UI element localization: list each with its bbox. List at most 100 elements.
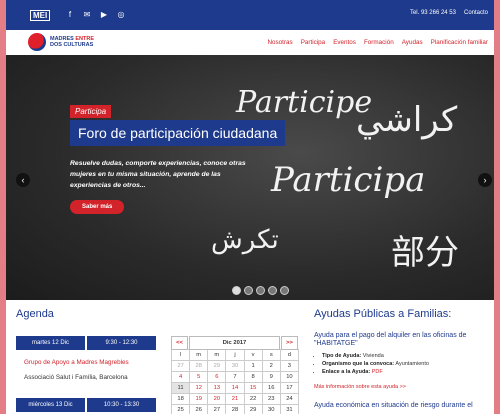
chalk-text-participa: Participa — [271, 160, 426, 200]
weekday: d — [279, 349, 300, 361]
calendar-day[interactable]: 30 — [225, 360, 245, 372]
weekday: m — [207, 349, 227, 361]
event-header[interactable]: martes 12 Dic 9:30 - 12:30 — [16, 336, 156, 350]
calendar-day[interactable]: 20 — [207, 393, 227, 405]
main-nav: Nosotras Participa Eventos Formación Ayu… — [267, 39, 488, 46]
nav-item-formacion[interactable]: Formación — [364, 39, 394, 46]
event-place: Associació Salut i Família, Barcelona — [24, 374, 128, 381]
calendar-day[interactable]: 30 — [261, 404, 281, 414]
nav-item-nosotras[interactable]: Nosotras — [267, 39, 292, 46]
calendar-day[interactable]: 28 — [189, 360, 209, 372]
ayuda-detail-value: Ayuntamiento — [395, 361, 429, 367]
weekday: j — [225, 349, 245, 361]
event-time: 9:30 - 12:30 — [85, 336, 156, 350]
calendar-day[interactable]: 25 — [170, 404, 191, 414]
calendar-day[interactable]: 7 — [225, 371, 245, 383]
nav-item-planificacion[interactable]: Planificación familiar — [431, 39, 488, 46]
calendar-day[interactable]: 17 — [279, 382, 300, 394]
ayuda-detail-label: Enlace a la Ayuda: — [322, 369, 371, 375]
weekday: s — [261, 349, 281, 361]
hero-slider: Participe كراشي Participa تكرش 部分 Partic… — [6, 55, 494, 300]
more-info-link[interactable]: Más información sobre esta ayuda >> — [314, 384, 406, 390]
calendar-day[interactable]: 6 — [207, 371, 227, 383]
slider-dots — [232, 286, 289, 295]
nav-item-participa[interactable]: Participa — [301, 39, 326, 46]
next-slide-icon[interactable]: › — [478, 173, 492, 187]
nav-item-ayudas[interactable]: Ayudas — [402, 39, 423, 46]
pdf-link[interactable]: PDF — [372, 369, 383, 375]
calendar-prev-button[interactable]: << — [171, 336, 188, 350]
calendar-day[interactable]: 29 — [243, 404, 263, 414]
whatsapp-icon[interactable]: ◎ — [117, 10, 125, 19]
saber-mas-button[interactable]: Saber más — [70, 200, 125, 214]
brand-word-entre: ENTRE — [75, 35, 95, 42]
agenda-title: Agenda — [16, 308, 54, 320]
calendar-day[interactable]: 28 — [225, 404, 245, 414]
event-date: martes 12 Dic — [31, 340, 69, 346]
slide-dot[interactable] — [232, 286, 241, 295]
calendar-day[interactable]: 3 — [279, 360, 300, 372]
calendar-day[interactable]: 9 — [261, 371, 281, 383]
slide-dot[interactable] — [244, 286, 253, 295]
calendar-day[interactable]: 14 — [225, 382, 245, 394]
ayuda-detail: Enlace a la Ayuda: PDF — [322, 368, 429, 376]
calendar-day[interactable]: 24 — [279, 393, 300, 405]
next-ayuda-title[interactable]: Ayuda económica en situación de riesgo d… — [314, 402, 473, 409]
event-header[interactable]: miércoles 13 Dic 10:30 - 13:30 — [16, 398, 156, 412]
calendar-day[interactable]: 4 — [170, 371, 191, 383]
event-date: miércoles 13 Dic — [28, 402, 73, 408]
email-icon[interactable]: ✉ — [83, 10, 91, 19]
youtube-icon[interactable]: ▶ — [100, 10, 108, 19]
calendar-day[interactable]: 27 — [207, 404, 227, 414]
small-logo[interactable]: MEI — [30, 10, 51, 21]
top-bar: MEI f ✉ ▶ ◎ Tel. 93 266 24 53 Contacto — [6, 0, 494, 30]
calendar-day[interactable]: 29 — [207, 360, 227, 372]
brand-logo[interactable]: MADRES ENTRE DOS CULTURAS — [28, 33, 94, 51]
ayuda-detail-label: Organismo que la convoca: — [322, 361, 395, 367]
ayudas-title: Ayudas Públicas a Familias: — [314, 308, 452, 320]
event-title-link[interactable]: Grupo de Apoyo a Madres Magrebles — [24, 359, 129, 366]
contact-link[interactable]: Contacto — [464, 10, 488, 16]
weekday: m — [189, 349, 209, 361]
mini-calendar: << Dic 2017 >> l m m j v s d 27 28 29 30… — [170, 336, 300, 414]
calendar-day[interactable]: 18 — [170, 393, 191, 405]
hero-text: Resuelve dudas, comporte experiencias, c… — [70, 160, 246, 189]
slide-dot[interactable] — [256, 286, 265, 295]
facebook-icon[interactable]: f — [66, 10, 74, 19]
calendar-day[interactable]: 15 — [243, 382, 263, 394]
calendar-day[interactable]: 13 — [207, 382, 227, 394]
weekday: l — [170, 349, 191, 361]
calendar-month: Dic 2017 — [189, 336, 280, 350]
chalk-text-arabic: كراشي — [356, 100, 458, 140]
calendar-day[interactable]: 11 — [170, 382, 191, 394]
slide-dot[interactable] — [268, 286, 277, 295]
calendar-header: << Dic 2017 >> — [171, 336, 299, 350]
ayuda-item-title[interactable]: Ayuda para el pago del alquiler en las o… — [314, 332, 492, 348]
calendar-day[interactable]: 1 — [243, 360, 263, 372]
chalk-text-participe: Participe — [236, 85, 373, 120]
calendar-day[interactable]: 12 — [189, 382, 209, 394]
calendar-day[interactable]: 23 — [261, 393, 281, 405]
calendar-day[interactable]: 19 — [189, 393, 209, 405]
calendar-day[interactable]: 21 — [225, 393, 245, 405]
calendar-next-button[interactable]: >> — [281, 336, 298, 350]
nav-item-eventos[interactable]: Eventos — [333, 39, 356, 46]
calendar-day[interactable]: 2 — [261, 360, 281, 372]
calendar-day[interactable]: 5 — [189, 371, 209, 383]
calendar-day[interactable]: 22 — [243, 393, 263, 405]
logo-circle-icon — [28, 33, 46, 51]
calendar-day[interactable]: 31 — [279, 404, 300, 414]
calendar-day[interactable]: 27 — [170, 360, 191, 372]
calendar-week: 27 28 29 30 1 2 3 — [170, 360, 300, 372]
chalk-text-chinese: 部分 — [391, 233, 459, 273]
slide-dot[interactable] — [280, 286, 289, 295]
calendar-day[interactable]: 16 — [261, 382, 281, 394]
calendar-day[interactable]: 10 — [279, 371, 300, 383]
hero-title: Foro de participación ciudadana — [70, 120, 286, 146]
calendar-weekdays: l m m j v s d — [170, 349, 300, 361]
calendar-day[interactable]: 26 — [189, 404, 209, 414]
top-right: Tel. 93 266 24 53 Contacto — [410, 10, 488, 16]
calendar-day[interactable]: 8 — [243, 371, 263, 383]
prev-slide-icon[interactable]: ‹ — [16, 173, 30, 187]
hero-tag: Participa — [70, 105, 112, 118]
